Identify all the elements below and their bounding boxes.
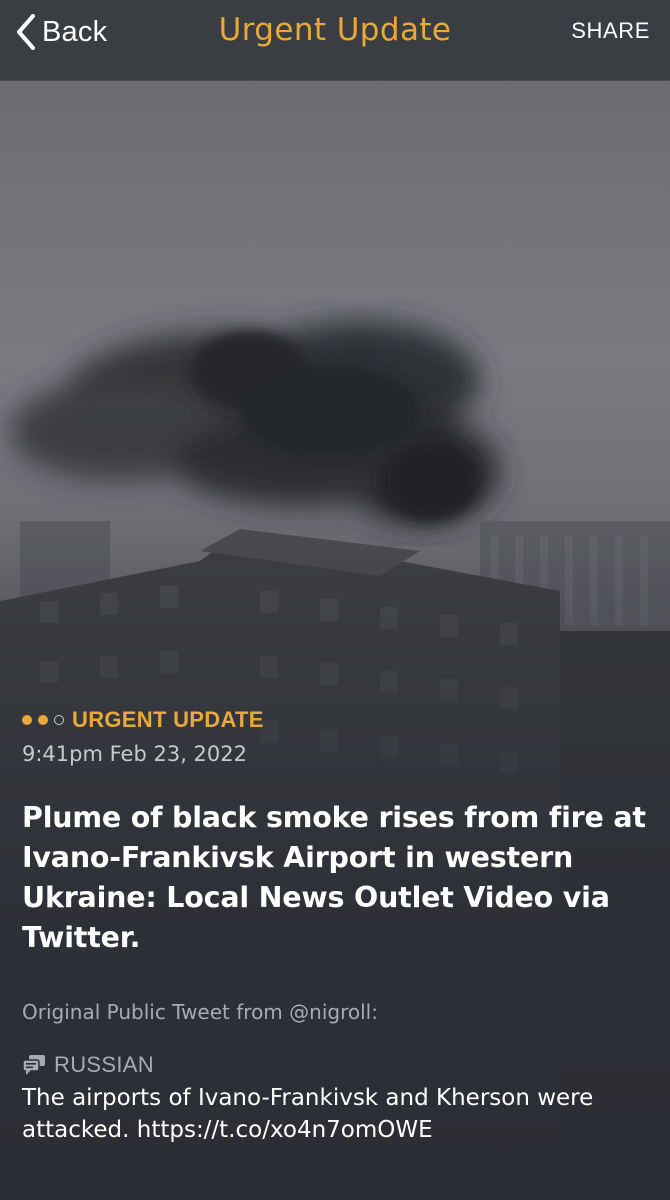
back-button[interactable]: Back bbox=[16, 10, 107, 54]
language-row[interactable]: RUSSIAN bbox=[22, 1052, 652, 1078]
share-button[interactable]: SHARE bbox=[571, 18, 650, 44]
back-label: Back bbox=[42, 15, 108, 48]
progress-dot-empty-icon bbox=[54, 715, 64, 725]
top-nav-bar: Back Urgent Update SHARE bbox=[0, 0, 670, 81]
category-label: URGENT UPDATE bbox=[72, 707, 264, 732]
timestamp: 9:41pm Feb 23, 2022 bbox=[22, 742, 247, 766]
article-content: URGENT UPDATE 9:41pm Feb 23, 2022 Plume … bbox=[22, 704, 652, 1146]
headline: Plume of black smoke rises from fire at … bbox=[22, 801, 646, 954]
category-row: URGENT UPDATE bbox=[22, 704, 652, 736]
speech-bubbles-icon bbox=[22, 1054, 54, 1076]
chevron-left-icon bbox=[16, 14, 36, 50]
language-label: RUSSIAN bbox=[54, 1052, 154, 1077]
progress-dot-filled-icon bbox=[22, 715, 32, 725]
progress-dot-filled-icon bbox=[38, 715, 48, 725]
source-attribution: Original Public Tweet from @nigroll: bbox=[22, 1000, 378, 1024]
tweet-text: The airports of Ivano-Frankivsk and Kher… bbox=[22, 1085, 594, 1143]
